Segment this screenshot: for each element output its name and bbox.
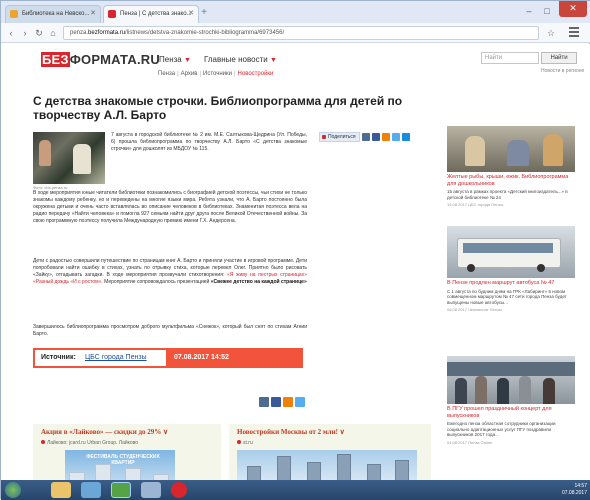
- home-icon[interactable]: ⌂: [47, 26, 59, 40]
- system-clock[interactable]: 14:57 07.08.2017: [562, 483, 587, 497]
- breadcrumb-sources[interactable]: Источники: [203, 71, 232, 77]
- search-button[interactable]: Найти: [541, 52, 577, 64]
- tab-library[interactable]: Библиотека на Невско... ✕: [5, 5, 101, 23]
- news-thumbnail[interactable]: [447, 226, 575, 278]
- vk-icon[interactable]: [259, 397, 269, 407]
- url-prefix: penza.: [70, 30, 89, 36]
- url-path: /listnews/detstva-znakomie-strochki-bibl…: [125, 30, 285, 36]
- share-label[interactable]: Поделиться: [319, 132, 360, 142]
- ad-headline[interactable]: Новостройки Москвы от 2 млн! ∨: [237, 428, 345, 436]
- ad-source: Лайково: jcard.ru Urban Group. Лайково: [41, 440, 138, 446]
- vk-share-icon[interactable]: [361, 133, 370, 141]
- article-paragraph: В ходе мероприятия юные читатели библиот…: [33, 190, 307, 224]
- site-logo[interactable]: БЕЗФОРМАТА.RU: [41, 52, 160, 68]
- sidebar-news-item[interactable]: В ПГУ прошел праздничный концерт для вып…: [447, 356, 575, 445]
- maximize-icon[interactable]: □: [539, 4, 555, 18]
- breadcrumb-newbuildings[interactable]: Новостройки: [238, 71, 274, 77]
- tab-favicon-icon: [108, 10, 116, 18]
- menu-icon[interactable]: [569, 27, 579, 39]
- tab-favicon-icon: [10, 10, 18, 18]
- media-taskbar-icon[interactable]: [81, 482, 101, 498]
- ad-headline[interactable]: Акция в «Лайково» — скидки до 29% ∨: [41, 428, 168, 436]
- opera-taskbar-icon[interactable]: [171, 482, 187, 498]
- news-meta: 15.08.2017 ЦБС города Пензы: [447, 202, 504, 207]
- breadcrumb: Пенза | Архив | Источники | Новостройки: [158, 71, 274, 77]
- tab-strip: Библиотека на Невско... ✕ Пенза | С детс…: [1, 1, 590, 23]
- bottom-share-bar: [259, 397, 307, 407]
- windows-start-icon[interactable]: [5, 482, 21, 498]
- ad-source: st.ru: [237, 440, 253, 446]
- address-bar[interactable]: penza.bezformata.ru/listnews/detstva-zna…: [63, 26, 539, 40]
- taskbar: 14:57 07.08.2017: [1, 480, 590, 500]
- news-caption[interactable]: В ПГУ прошел праздничный концерт для вып…: [447, 406, 575, 419]
- web-page: БЕЗФОРМАТА.RU Пенза ▼ Главные новости ▼ …: [1, 44, 590, 480]
- ad-card-moscow[interactable]: Новостройки Москвы от 2 млн! ∨ st.ru: [229, 424, 431, 480]
- browser-toolbar: ‹ › ↻ ⌂ penza.bezformata.ru/listnews/det…: [1, 23, 590, 43]
- fb-share-icon[interactable]: [371, 133, 380, 141]
- chrome-taskbar-icon[interactable]: [111, 482, 131, 498]
- news-caption[interactable]: В Пензе продлен маршрут автобуса № 47: [447, 280, 575, 287]
- news-thumbnail[interactable]: [447, 126, 575, 172]
- news-meta: 08.08.2017 Чемпионат Пензы: [447, 307, 502, 312]
- plus-icon[interactable]: +: [197, 7, 211, 19]
- news-meta: 04.08.2017 Пенза Online: [447, 439, 493, 445]
- ok-icon[interactable]: [283, 397, 293, 407]
- mail-share-icon[interactable]: [401, 133, 410, 141]
- fb-icon[interactable]: [271, 397, 281, 407]
- breadcrumb-city[interactable]: Пенза: [158, 71, 175, 77]
- tab-current[interactable]: Пенза | С детства знако... ✕: [103, 5, 199, 23]
- breadcrumb-archive[interactable]: Архив: [181, 71, 198, 77]
- browser-window: Библиотека на Невско... ✕ Пенза | С детс…: [0, 0, 590, 500]
- news-caption[interactable]: Желтые рыбы, крыши, ежик. Библиопрограмм…: [447, 174, 575, 187]
- source-date: 07.08.2017 14:52: [166, 350, 301, 366]
- ad-image[interactable]: [237, 450, 417, 480]
- tab-label: Библиотека на Невско...: [22, 11, 90, 17]
- source-box: Источник: ЦБС города Пензы 07.08.2017 14…: [33, 348, 303, 368]
- chevron-down-icon: ▼: [183, 57, 191, 64]
- app-taskbar-icon[interactable]: [141, 482, 161, 498]
- city-dropdown[interactable]: Пенза ▼: [159, 55, 191, 64]
- article-title: С детства знакомые строчки. Библиопрогра…: [33, 94, 403, 122]
- news-description: Ежегодно пенза областная сотрудники орга…: [447, 421, 556, 437]
- forward-icon[interactable]: ›: [19, 26, 31, 40]
- share-bar: Поделиться: [319, 132, 410, 142]
- ok-share-icon[interactable]: [381, 133, 390, 141]
- article-paragraph: Завершилось библиопрограмма просмотром д…: [33, 324, 307, 337]
- minimize-icon[interactable]: –: [521, 4, 537, 18]
- reload-icon[interactable]: ↻: [33, 26, 45, 40]
- tab-label: Пенза | С детства знако...: [120, 11, 192, 17]
- twitter-icon[interactable]: [295, 397, 305, 407]
- tab-close-icon[interactable]: ✕: [188, 6, 194, 22]
- article-intro: 7 августа в городской библиотеке № 2 им.…: [111, 132, 307, 152]
- source-link[interactable]: ЦБС города Пензы: [85, 354, 147, 361]
- chevron-down-icon: ▼: [269, 57, 277, 64]
- article-paragraph: Дети с радостью совершили путешествие по…: [33, 258, 307, 285]
- ad-image[interactable]: ФЕСТИВАЛЬ СТУДЕНЧЕСКИХ КВАРТИР: [65, 450, 175, 480]
- city-label: Пенза: [159, 55, 182, 64]
- close-window-icon[interactable]: ✕: [559, 1, 587, 17]
- search-input[interactable]: Найти: [481, 52, 539, 64]
- bookmark-star-icon[interactable]: ☆: [545, 26, 557, 40]
- news-menu-label: Главные новости: [204, 55, 268, 64]
- news-menu-dropdown[interactable]: Главные новости ▼: [204, 55, 277, 64]
- ad-card-laykovo[interactable]: Акция в «Лайково» — скидки до 29% ∨ Лайк…: [33, 424, 221, 480]
- article-photo[interactable]: [33, 132, 105, 184]
- twitter-share-icon[interactable]: [391, 133, 400, 141]
- news-thumbnail[interactable]: [447, 356, 575, 404]
- url-domain: bezformata.ru: [88, 30, 126, 36]
- explorer-taskbar-icon[interactable]: [51, 482, 71, 498]
- source-label: Источник:: [41, 354, 76, 361]
- sidebar-news-item[interactable]: В Пензе продлен маршрут автобуса № 47 С …: [447, 226, 575, 312]
- sidebar-news-item[interactable]: Желтые рыбы, крыши, ежик. Библиопрограмм…: [447, 126, 575, 207]
- region-news-link[interactable]: Новости в регионе: [541, 68, 584, 74]
- news-description: С 1 августа по будним дням на ГРК «Лабир…: [447, 288, 567, 305]
- tab-close-icon[interactable]: ✕: [90, 6, 96, 22]
- news-description: 15 августа в рамках проекта «Детский кни…: [447, 189, 568, 200]
- back-icon[interactable]: ‹: [5, 26, 17, 40]
